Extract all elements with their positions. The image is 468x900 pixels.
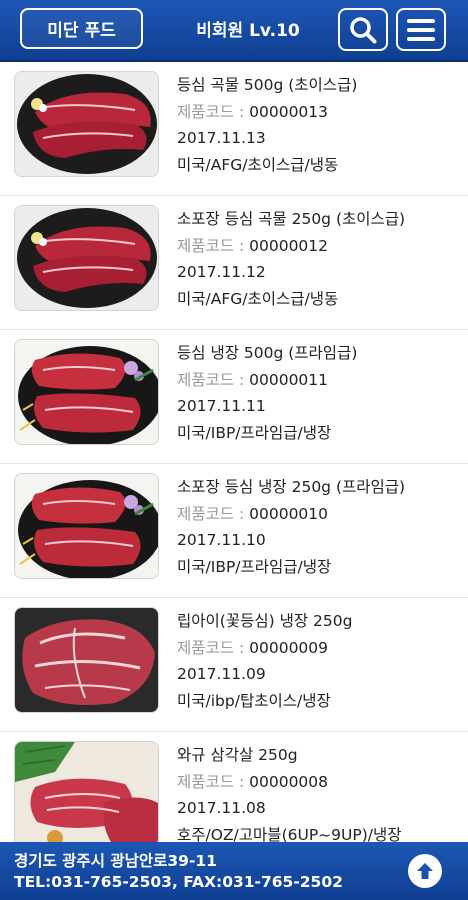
footer-contact: TEL:031-765-2503, FAX:031-765-2502 xyxy=(14,873,343,891)
product-item[interactable]: 소포장 등심 냉장 250g (프라임급) 제품코드 : 00000010 20… xyxy=(0,464,468,598)
product-code: 제품코드 : 00000010 xyxy=(177,501,457,528)
product-image-ribeye-steak[interactable] xyxy=(14,607,159,713)
user-level-label: 비회원 Lv.10 xyxy=(196,21,300,41)
product-item[interactable]: 등심 곡물 500g (초이스급) 제품코드 : 00000013 2017.1… xyxy=(0,62,468,196)
product-item[interactable]: 등심 냉장 500g (프라임급) 제품코드 : 00000011 2017.1… xyxy=(0,330,468,464)
arrow-up-icon xyxy=(417,863,433,879)
product-code-value: 00000009 xyxy=(249,638,329,657)
product-origin: 미국/AFG/초이스급/냉동 xyxy=(177,289,339,308)
product-date: 2017.11.09 xyxy=(177,665,266,683)
product-code-value: 00000012 xyxy=(249,236,329,255)
hamburger-menu-icon xyxy=(407,18,435,41)
menu-button[interactable] xyxy=(396,8,446,51)
product-origin: 미국/ibp/탑초이스/냉장 xyxy=(177,691,331,710)
product-date: 2017.11.08 xyxy=(177,799,266,817)
product-origin: 미국/AFG/초이스급/냉동 xyxy=(177,155,339,174)
product-image-prime-ribeye[interactable] xyxy=(14,473,159,579)
product-code: 제품코드 : 00000013 xyxy=(177,99,457,126)
product-code-label: 제품코드 : xyxy=(177,638,250,657)
footer-address: 경기도 광주시 광남안로39-11 xyxy=(14,852,217,870)
product-code-label: 제품코드 : xyxy=(177,102,250,121)
product-code-value: 00000010 xyxy=(249,504,329,523)
product-code-value: 00000008 xyxy=(249,772,329,791)
product-code: 제품코드 : 00000009 xyxy=(177,635,457,662)
product-code-label: 제품코드 : xyxy=(177,772,250,791)
product-title[interactable]: 립아이(꽃등심) 냉장 250g xyxy=(177,608,457,635)
product-title[interactable]: 등심 곡물 500g (초이스급) xyxy=(177,72,457,99)
product-origin: 미국/IBP/프라임급/냉장 xyxy=(177,557,332,576)
product-image-grain-ribeye[interactable] xyxy=(14,205,159,311)
product-date: 2017.11.11 xyxy=(177,397,266,415)
product-code-label: 제품코드 : xyxy=(177,370,250,389)
product-code-label: 제품코드 : xyxy=(177,504,250,523)
product-image-prime-ribeye[interactable] xyxy=(14,339,159,445)
product-title[interactable]: 와규 삼각살 250g xyxy=(177,742,457,769)
product-item[interactable]: 립아이(꽃등심) 냉장 250g 제품코드 : 00000009 2017.11… xyxy=(0,598,468,732)
product-image-wagyu-tri-tip[interactable] xyxy=(14,741,159,842)
product-origin: 미국/IBP/프라임급/냉장 xyxy=(177,423,332,442)
product-code-label: 제품코드 : xyxy=(177,236,250,255)
product-image-grain-ribeye[interactable] xyxy=(14,71,159,177)
product-title[interactable]: 소포장 등심 곡물 250g (초이스급) xyxy=(177,206,457,233)
product-code-value: 00000011 xyxy=(249,370,329,389)
product-title[interactable]: 소포장 등심 냉장 250g (프라임급) xyxy=(177,474,457,501)
product-list: 등심 곡물 500g (초이스급) 제품코드 : 00000013 2017.1… xyxy=(0,62,468,842)
product-date: 2017.11.10 xyxy=(177,531,266,549)
scroll-top-button[interactable] xyxy=(408,854,442,888)
app-header: 미단 푸드 비회원 Lv.10 xyxy=(0,0,468,62)
product-date: 2017.11.12 xyxy=(177,263,266,281)
product-origin: 호주/OZ/고마블(6UP~9UP)/냉장 xyxy=(177,825,402,843)
brand-button[interactable]: 미단 푸드 xyxy=(20,8,143,49)
product-item[interactable]: 와규 삼각살 250g 제품코드 : 00000008 2017.11.08 호… xyxy=(0,732,468,842)
product-code: 제품코드 : 00000011 xyxy=(177,367,457,394)
search-icon xyxy=(350,16,377,43)
product-code-value: 00000013 xyxy=(249,102,329,121)
product-item[interactable]: 소포장 등심 곡물 250g (초이스급) 제품코드 : 00000012 20… xyxy=(0,196,468,330)
product-code: 제품코드 : 00000012 xyxy=(177,233,457,260)
search-button[interactable] xyxy=(338,8,388,51)
product-date: 2017.11.13 xyxy=(177,129,266,147)
app-footer: 경기도 광주시 광남안로39-11 TEL:031-765-2503, FAX:… xyxy=(0,842,468,900)
product-code: 제품코드 : 00000008 xyxy=(177,769,457,796)
product-title[interactable]: 등심 냉장 500g (프라임급) xyxy=(177,340,457,367)
